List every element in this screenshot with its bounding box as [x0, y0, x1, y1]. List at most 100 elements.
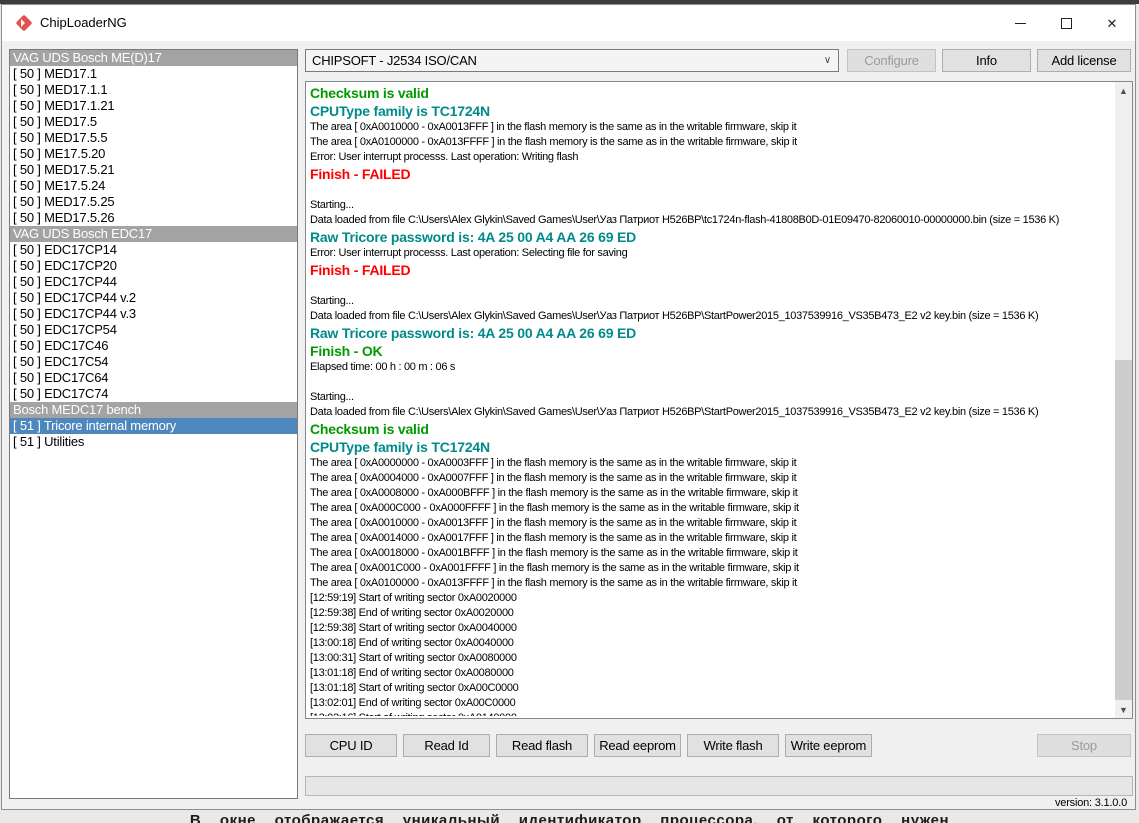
sidebar-item[interactable]: [ 50 ] MED17.1.1: [10, 82, 297, 98]
log-line: Starting...: [310, 390, 1112, 405]
progress-bar: [305, 776, 1133, 796]
device-dropdown[interactable]: CHIPSOFT - J2534 ISO/CAN ∨: [305, 49, 839, 72]
log-line: Error: User interrupt processs. Last ope…: [310, 150, 1112, 165]
log-line: [13:00:18] End of writing sector 0xA0040…: [310, 636, 1112, 651]
log-line: Finish - OK: [310, 342, 1112, 360]
version-label: version: 3.1.0.0: [1055, 797, 1127, 809]
maximize-button[interactable]: [1043, 5, 1089, 41]
log-line: [310, 375, 1112, 390]
sidebar-item[interactable]: [ 50 ] MED17.5.25: [10, 194, 297, 210]
write-flash-button[interactable]: Write flash: [687, 734, 779, 757]
log-line: Checksum is valid: [310, 84, 1112, 102]
sidebar-item[interactable]: [ 50 ] MED17.5.5: [10, 130, 297, 146]
log-line: Raw Tricore password is: 4A 25 00 A4 AA …: [310, 324, 1112, 342]
log-line: The area [ 0xA0004000 - 0xA0007FFF ] in …: [310, 471, 1112, 486]
log-line: CPUType family is TC1724N: [310, 438, 1112, 456]
sidebar-item[interactable]: VAG UDS Bosch ME(D)17: [10, 50, 297, 66]
log-line: The area [ 0xA0010000 - 0xA0013FFF ] in …: [310, 120, 1112, 135]
sidebar-item[interactable]: [ 50 ] EDC17C74: [10, 386, 297, 402]
log-line: Data loaded from file C:\Users\Alex Glyk…: [310, 213, 1112, 228]
log-line: [310, 183, 1112, 198]
log-line: Error: User interrupt processs. Last ope…: [310, 246, 1112, 261]
read-id-button[interactable]: Read Id: [403, 734, 490, 757]
sidebar-item[interactable]: [ 50 ] EDC17CP20: [10, 258, 297, 274]
log-line: The area [ 0xA0014000 - 0xA0017FFF ] in …: [310, 531, 1112, 546]
log-line: The area [ 0xA001C000 - 0xA001FFFF ] in …: [310, 561, 1112, 576]
log-line: [12:59:38] Start of writing sector 0xA00…: [310, 621, 1112, 636]
log-line: The area [ 0xA0008000 - 0xA000BFFF ] in …: [310, 486, 1112, 501]
sidebar-item[interactable]: VAG UDS Bosch EDC17: [10, 226, 297, 242]
log-line: [13:01:18] Start of writing sector 0xA00…: [310, 681, 1112, 696]
action-buttons: CPU ID Read Id Read flash Read eeprom Write …: [305, 734, 1131, 757]
log-line: Data loaded from file C:\Users\Alex Glyk…: [310, 309, 1112, 324]
write-eeprom-button[interactable]: Write eeprom: [785, 734, 872, 757]
log-line: Raw Tricore password is: 4A 25 00 A4 AA …: [310, 228, 1112, 246]
toolbar-buttons: Configure Info Add license: [847, 49, 1131, 72]
stop-button[interactable]: Stop: [1037, 734, 1131, 757]
sidebar-item[interactable]: [ 50 ] ME17.5.20: [10, 146, 297, 162]
ecu-list[interactable]: VAG UDS Bosch ME(D)17[ 50 ] MED17.1[ 50 …: [9, 49, 298, 799]
sidebar-item[interactable]: Bosch MEDC17 bench: [10, 402, 297, 418]
log-content: Checksum is validCPUType family is TC172…: [310, 84, 1112, 716]
minimize-icon: [1015, 23, 1026, 24]
log-line: [12:59:38] End of writing sector 0xA0020…: [310, 606, 1112, 621]
sidebar-item[interactable]: [ 50 ] EDC17CP54: [10, 322, 297, 338]
log-line: [310, 279, 1112, 294]
scrollbar-thumb[interactable]: [1115, 360, 1132, 700]
log-line: Checksum is valid: [310, 420, 1112, 438]
sidebar-item[interactable]: [ 50 ] EDC17C46: [10, 338, 297, 354]
sidebar-item[interactable]: [ 50 ] MED17.1.21: [10, 98, 297, 114]
sidebar-item[interactable]: [ 50 ] ME17.5.24: [10, 178, 297, 194]
maximize-icon: [1061, 18, 1072, 29]
log-line: The area [ 0xA0100000 - 0xA013FFFF ] in …: [310, 576, 1112, 591]
log-line: The area [ 0xA0010000 - 0xA0013FFF ] in …: [310, 516, 1112, 531]
device-dropdown-value: CHIPSOFT - J2534 ISO/CAN: [312, 53, 477, 68]
log-output[interactable]: Checksum is validCPUType family is TC172…: [305, 81, 1133, 719]
app-window: ChipLoaderNG ✕ VAG UDS Bosch ME(D)17[ 50…: [1, 4, 1136, 810]
log-line: Finish - FAILED: [310, 261, 1112, 279]
window-title: ChipLoaderNG: [40, 15, 127, 30]
sidebar-item[interactable]: [ 50 ] EDC17C54: [10, 354, 297, 370]
log-line: The area [ 0xA0018000 - 0xA001BFFF ] in …: [310, 546, 1112, 561]
sidebar-item[interactable]: [ 50 ] MED17.1: [10, 66, 297, 82]
log-line: Data loaded from file C:\Users\Alex Glyk…: [310, 405, 1112, 420]
log-scrollbar[interactable]: ▲ ▼: [1115, 82, 1132, 718]
minimize-button[interactable]: [997, 5, 1043, 41]
sidebar-item[interactable]: [ 50 ] EDC17CP14: [10, 242, 297, 258]
sidebar-item[interactable]: [ 51 ] Tricore internal memory: [10, 418, 297, 434]
log-line: [13:00:31] Start of writing sector 0xA00…: [310, 651, 1112, 666]
log-line: Finish - FAILED: [310, 165, 1112, 183]
log-line: [13:01:18] End of writing sector 0xA0080…: [310, 666, 1112, 681]
cpu-id-button[interactable]: CPU ID: [305, 734, 397, 757]
log-line: CPUType family is TC1724N: [310, 102, 1112, 120]
sidebar-item[interactable]: [ 50 ] EDC17CP44 v.2: [10, 290, 297, 306]
log-line: [12:59:19] Start of writing sector 0xA00…: [310, 591, 1112, 606]
sidebar-item[interactable]: [ 50 ] MED17.5.21: [10, 162, 297, 178]
log-line: The area [ 0xA0100000 - 0xA013FFFF ] in …: [310, 135, 1112, 150]
log-line: [13:02:16] Start of writing sector 0xA01…: [310, 711, 1112, 716]
log-line: The area [ 0xA000C000 - 0xA000FFFF ] in …: [310, 501, 1112, 516]
add-license-button[interactable]: Add license: [1037, 49, 1131, 72]
sidebar-item[interactable]: [ 51 ] Utilities: [10, 434, 297, 450]
close-button[interactable]: ✕: [1089, 5, 1135, 41]
configure-button[interactable]: Configure: [847, 49, 936, 72]
log-line: Starting...: [310, 294, 1112, 309]
sidebar-item[interactable]: [ 50 ] EDC17CP44: [10, 274, 297, 290]
log-line: [13:02:01] End of writing sector 0xA00C0…: [310, 696, 1112, 711]
read-eeprom-button[interactable]: Read eeprom: [594, 734, 681, 757]
title-bar: ChipLoaderNG ✕: [2, 5, 1135, 41]
sidebar-item[interactable]: [ 50 ] MED17.5: [10, 114, 297, 130]
close-icon: ✕: [1107, 17, 1118, 30]
app-logo-icon: [16, 15, 32, 31]
background-clipped-text: В окне отображается уникальный идентифик…: [0, 809, 1139, 823]
sidebar-item[interactable]: [ 50 ] EDC17C64: [10, 370, 297, 386]
chevron-down-icon: ∨: [824, 50, 831, 71]
sidebar-item[interactable]: [ 50 ] EDC17CP44 v.3: [10, 306, 297, 322]
log-line: The area [ 0xA0000000 - 0xA0003FFF ] in …: [310, 456, 1112, 471]
log-line: Elapsed time: 00 h : 00 m : 06 s: [310, 360, 1112, 375]
sidebar-item[interactable]: [ 50 ] MED17.5.26: [10, 210, 297, 226]
scroll-down-icon[interactable]: ▼: [1115, 701, 1132, 718]
info-button[interactable]: Info: [942, 49, 1031, 72]
scroll-up-icon[interactable]: ▲: [1115, 82, 1132, 99]
read-flash-button[interactable]: Read flash: [496, 734, 588, 757]
